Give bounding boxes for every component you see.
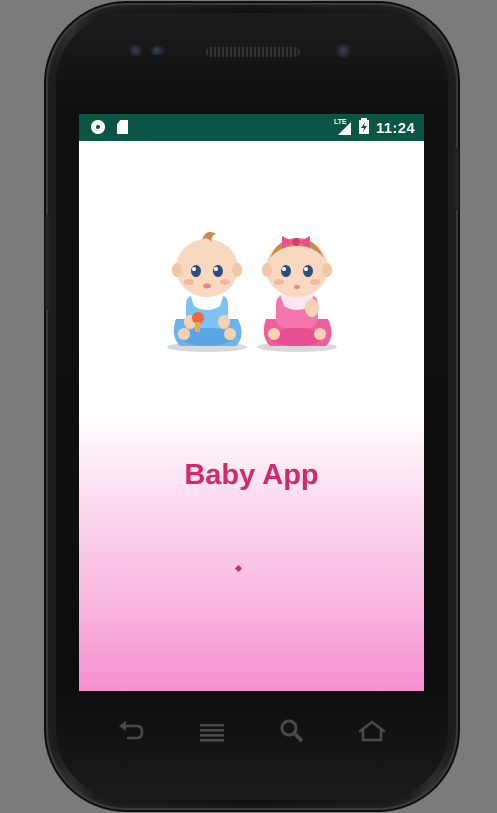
babies-illustration (167, 232, 337, 352)
back-button[interactable] (117, 718, 145, 744)
status-bar: LTE 11:24 (79, 114, 424, 141)
proximity-sensor-icon (336, 43, 351, 58)
sensor-icon (149, 46, 165, 55)
sd-card-icon (117, 120, 128, 134)
baby-girl-icon (257, 236, 337, 352)
status-clock: 11:24 (375, 119, 415, 137)
power-button (454, 148, 459, 210)
search-button[interactable] (279, 718, 305, 744)
circle-notification-icon (91, 120, 105, 134)
screen: LTE 11:24 Baby App (79, 114, 424, 691)
menu-button[interactable] (198, 718, 226, 744)
baby-boy-icon (167, 232, 247, 352)
loading-indicator (234, 564, 243, 573)
battery-charging-icon (358, 118, 369, 138)
front-camera-icon (129, 44, 142, 57)
earpiece-speaker (206, 47, 300, 57)
volume-button (45, 215, 50, 310)
app-title: Baby App (184, 459, 319, 491)
home-button[interactable] (357, 718, 387, 744)
lte-signal-icon: LTE (334, 119, 352, 136)
